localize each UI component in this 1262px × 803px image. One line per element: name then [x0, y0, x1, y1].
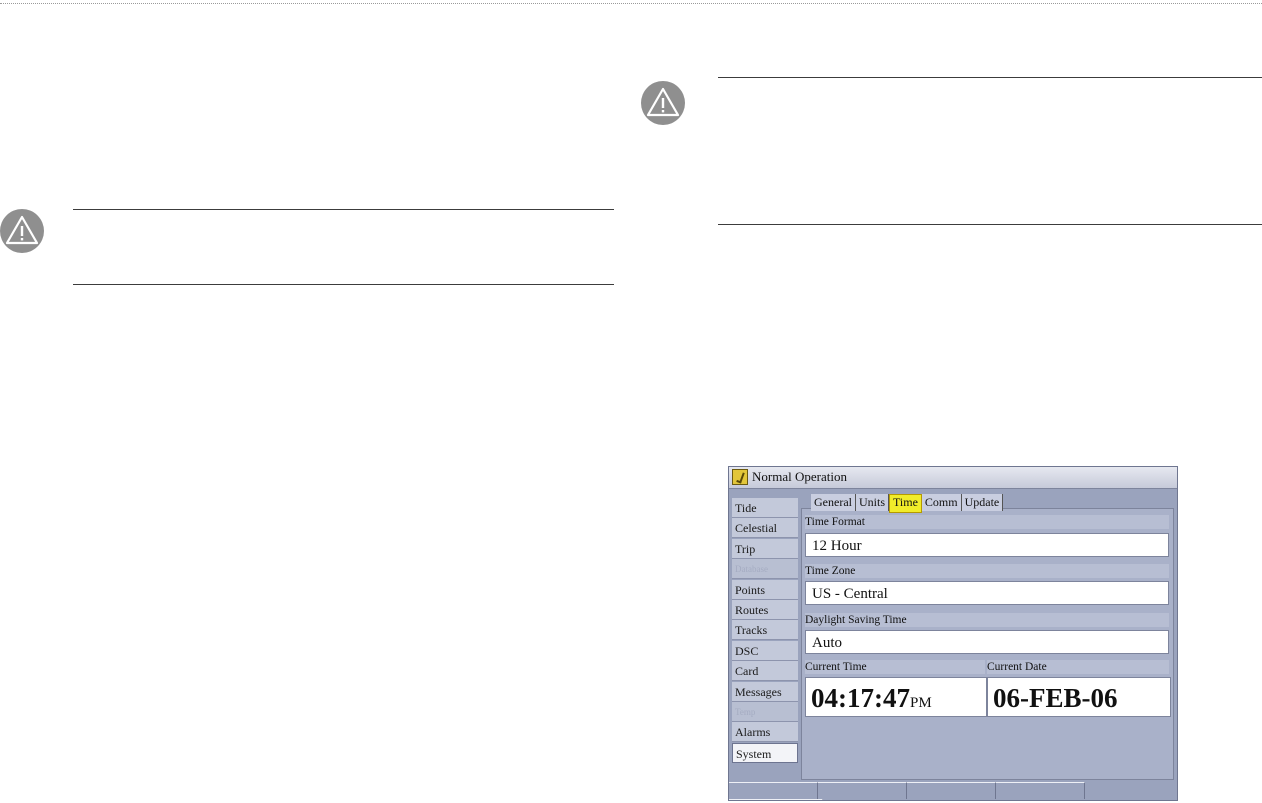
sidebar-item-database: Database: [732, 559, 798, 580]
tab-bar: General Units Time Comm Update: [811, 494, 1004, 513]
softkey-4[interactable]: [996, 782, 1085, 799]
time-zone-field[interactable]: US - Central: [805, 581, 1169, 605]
title-bar: Normal Operation: [729, 467, 1177, 489]
current-date-value: 06-FEB-06: [987, 677, 1171, 717]
sidebar-item-system[interactable]: System: [732, 742, 798, 763]
tab-update[interactable]: Update: [961, 494, 1004, 511]
current-time-label: Current Time: [805, 660, 985, 674]
current-time-ampm: PM: [909, 695, 932, 711]
tab-time[interactable]: Time: [889, 494, 922, 513]
tab-general[interactable]: General: [811, 494, 856, 511]
softkey-2[interactable]: [818, 782, 907, 799]
sidebar-item-alarms[interactable]: Alarms: [732, 722, 798, 743]
sidebar-item-celestial[interactable]: Celestial: [732, 518, 798, 539]
warning-icon: [641, 81, 685, 125]
note-top-rule: [718, 77, 1262, 78]
softkey-3[interactable]: [907, 782, 996, 799]
softkey-bar: [729, 782, 1177, 800]
time-format-field[interactable]: 12 Hour: [805, 533, 1169, 557]
daylight-saving-field[interactable]: Auto: [805, 630, 1169, 654]
note-bottom-rule: [718, 224, 1262, 225]
sidebar-item-routes[interactable]: Routes: [732, 599, 798, 620]
sidebar-item-card[interactable]: Card: [732, 661, 798, 682]
warning-icon: [0, 209, 44, 253]
tab-comm[interactable]: Comm: [921, 494, 962, 511]
sidebar-item-temp: Temp: [732, 701, 798, 722]
sidebar-item-points[interactable]: Points: [732, 579, 798, 600]
app-icon: [732, 469, 748, 485]
current-time-value: 04:17:47PM: [805, 677, 987, 717]
softkey-5[interactable]: [729, 799, 823, 800]
note-bottom-rule: [73, 284, 614, 285]
page-top-rule: [0, 3, 1262, 4]
current-date-label: Current Date: [987, 660, 1169, 674]
daylight-saving-label: Daylight Saving Time: [805, 613, 1169, 627]
time-format-label: Time Format: [805, 515, 1169, 529]
sidebar-item-messages[interactable]: Messages: [732, 681, 798, 702]
time-zone-label: Time Zone: [805, 564, 1169, 578]
sidebar-item-tide[interactable]: Tide: [732, 498, 798, 518]
current-time-digits: 04:17:47: [811, 683, 910, 713]
sidebar-item-tracks[interactable]: Tracks: [732, 620, 798, 641]
window-title: Normal Operation: [752, 469, 847, 484]
softkey-1[interactable]: [729, 782, 818, 799]
tab-units[interactable]: Units: [855, 494, 889, 511]
device-screen: Normal Operation Tide Celestial Trip Dat…: [728, 466, 1178, 801]
sidebar-item-dsc[interactable]: DSC: [732, 640, 798, 661]
sidebar-item-trip[interactable]: Trip: [732, 538, 798, 559]
sidebar: Tide Celestial Trip Database Points Rout…: [732, 498, 798, 763]
note-top-rule: [73, 209, 614, 210]
